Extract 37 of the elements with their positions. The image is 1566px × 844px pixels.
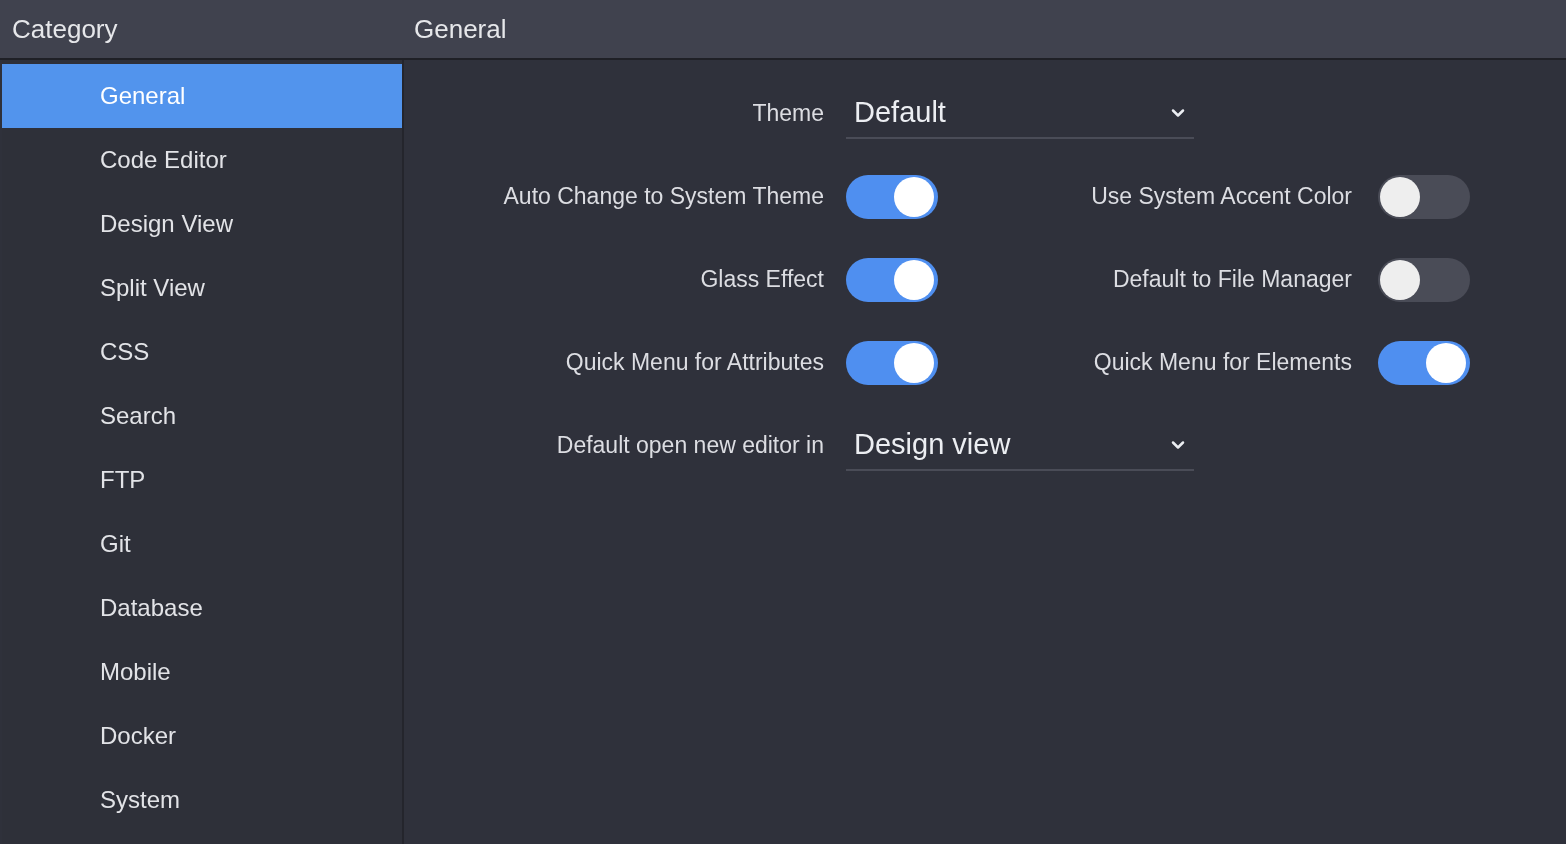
dropdown-value: Design view (854, 428, 1011, 461)
toggle-switch[interactable] (846, 174, 938, 219)
sidebar-item[interactable]: Code Editor (2, 128, 402, 192)
toggle-knob (1380, 259, 1420, 300)
sidebar-item[interactable]: System (2, 768, 402, 832)
toggle-knob (1380, 176, 1420, 217)
dropdown-value: Default (854, 96, 946, 129)
sidebar-item[interactable]: Split View (2, 256, 402, 320)
toggle-knob (894, 342, 934, 383)
sidebar-item[interactable]: Git (2, 512, 402, 576)
toggle-switch[interactable] (1378, 257, 1470, 302)
toggle-switch[interactable] (846, 340, 938, 385)
sidebar-item[interactable]: Design View (2, 192, 402, 256)
sidebar-item[interactable]: FTP (2, 448, 402, 512)
setting-label: Quick Menu for Attributes (564, 349, 824, 376)
column-title: Category (11, 13, 119, 45)
sidebar-item[interactable]: Database (2, 576, 402, 640)
toggle-switch[interactable] (1378, 340, 1470, 385)
toggle-switch[interactable] (1378, 174, 1470, 219)
dropdown[interactable]: Design view (846, 420, 1194, 471)
sidebar-item[interactable]: Search (2, 384, 402, 448)
toggle-knob (1426, 342, 1466, 383)
setting-label: Default to File Manager (1111, 266, 1352, 293)
setting-label: Glass Effect (699, 266, 824, 293)
setting-label: Auto Change to System Theme (502, 183, 824, 210)
toggle-knob (894, 176, 934, 217)
toggle-knob (894, 259, 934, 300)
sidebar-item[interactable]: Docker (2, 704, 402, 768)
dropdown[interactable]: Default (846, 88, 1194, 139)
setting-label: Theme (751, 100, 824, 127)
section-title: General (413, 13, 508, 45)
setting-label: Default open new editor in (555, 432, 824, 459)
setting-label: Use System Accent Color (1090, 183, 1352, 210)
sidebar-item[interactable]: Mobile (2, 640, 402, 704)
sidebar-item[interactable]: CSS (2, 320, 402, 384)
setting-label: Quick Menu for Elements (1092, 349, 1352, 376)
toggle-switch[interactable] (846, 257, 938, 302)
